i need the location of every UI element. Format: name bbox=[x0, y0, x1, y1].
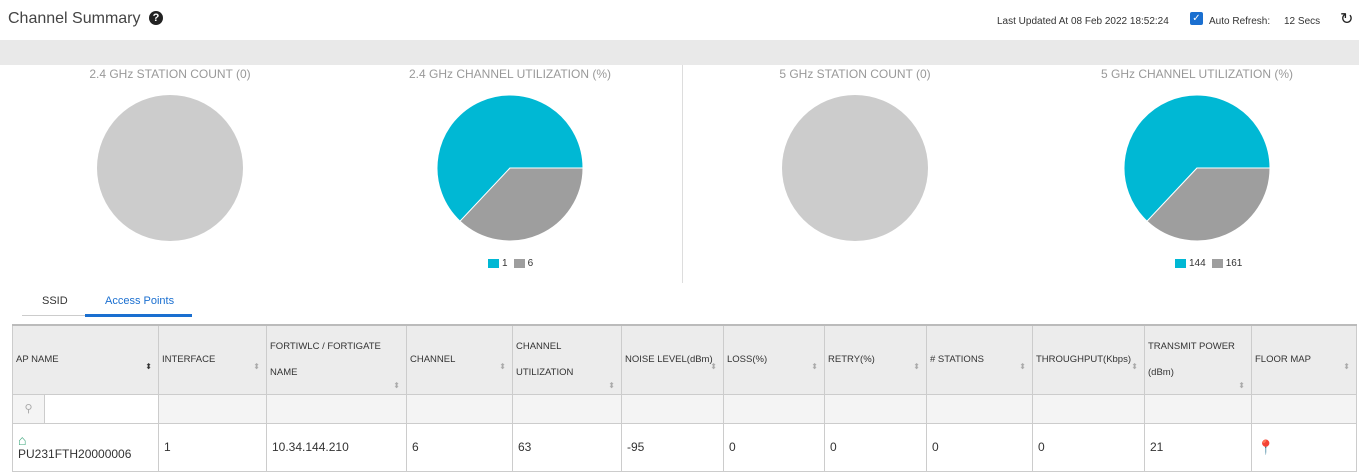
table-cell: 6 bbox=[406, 422, 513, 472]
table-cell: 0 bbox=[723, 422, 825, 472]
sort-icon[interactable]: ⬍ bbox=[608, 381, 615, 390]
chart-legend: 144 161 bbox=[1175, 258, 1242, 269]
table-cell: 63 bbox=[512, 422, 622, 472]
auto-refresh-label: Auto Refresh: bbox=[1209, 16, 1271, 27]
table-cell: 0 bbox=[1032, 422, 1145, 472]
access-points-table: AP NAME ⬍ INTERFACE ⬍ FORTIWLC / FORTIGATE N… bbox=[12, 324, 1357, 472]
column-header[interactable]: AP NAME ⬍ bbox=[12, 324, 159, 395]
filter-row: ⚲ bbox=[12, 393, 1357, 424]
column-header-label: TRANSMIT POWER (dBm) bbox=[1148, 340, 1235, 378]
chart-title: 2.4 GHz STATION COUNT (0) bbox=[89, 67, 251, 81]
cell-value: -95 bbox=[627, 440, 645, 454]
tab-active-indicator bbox=[85, 314, 192, 317]
table-cell: 0 bbox=[926, 422, 1033, 472]
column-header[interactable]: LOSS(%) ⬍ bbox=[723, 324, 825, 395]
legend-swatch[interactable] bbox=[488, 259, 499, 268]
pie-chart bbox=[782, 95, 928, 241]
refresh-icon[interactable]: ↻ bbox=[1340, 9, 1353, 29]
pie-chart bbox=[97, 95, 243, 241]
tab-access-points[interactable]: Access Points bbox=[105, 295, 174, 307]
column-header-label: CHANNEL bbox=[410, 353, 456, 365]
sort-icon[interactable]: ⬍ bbox=[499, 354, 506, 380]
sort-icon[interactable]: ⬍ bbox=[1019, 354, 1026, 380]
legend-label: 1 bbox=[502, 258, 508, 269]
column-header[interactable]: FLOOR MAP ⬍ bbox=[1251, 324, 1357, 395]
chart-title: 5 GHz STATION COUNT (0) bbox=[779, 67, 931, 81]
column-header[interactable]: FORTIWLC / FORTIGATE NAME ⬍ bbox=[266, 324, 407, 395]
column-header-label: THROUGHPUT(Kbps) bbox=[1036, 353, 1132, 365]
sort-icon[interactable]: ⬍ bbox=[1343, 354, 1350, 380]
toolbar-band bbox=[0, 40, 1359, 65]
divider bbox=[682, 65, 683, 283]
cell-value: 63 bbox=[518, 440, 532, 454]
sort-icon[interactable]: ⬍ bbox=[811, 354, 818, 380]
chart-legend: 16 bbox=[488, 258, 533, 269]
cell-value: 0 bbox=[932, 440, 939, 454]
refresh-interval[interactable]: 12 Secs bbox=[1284, 16, 1320, 27]
tab-ssid[interactable]: SSID bbox=[42, 295, 68, 307]
table-cell: 21 bbox=[1144, 422, 1252, 472]
sort-icon[interactable]: ⬍ bbox=[393, 381, 400, 390]
column-header[interactable]: CHANNEL UTILIZATION ⬍ bbox=[512, 324, 622, 395]
search-icon: ⚲ bbox=[13, 394, 45, 423]
table-cell: 📍 bbox=[1251, 422, 1357, 472]
sort-icon[interactable]: ⬍ bbox=[710, 354, 717, 380]
pie-chart bbox=[1123, 94, 1271, 242]
sort-icon[interactable]: ⬍ bbox=[1131, 354, 1138, 380]
last-updated: Last Updated At 08 Feb 2022 18:52:24 bbox=[997, 16, 1169, 27]
ap-name-filter-input[interactable] bbox=[45, 394, 158, 423]
access-point-icon: ⌂ bbox=[18, 432, 27, 448]
table-cell: 1 bbox=[158, 422, 267, 472]
column-header-label: AP NAME bbox=[16, 353, 59, 365]
column-header-label: FORTIWLC / FORTIGATE NAME bbox=[270, 340, 381, 378]
column-header[interactable]: # STATIONS ⬍ bbox=[926, 324, 1033, 395]
pie-chart bbox=[436, 94, 584, 242]
column-header[interactable]: NOISE LEVEL(dBm) ⬍ bbox=[621, 324, 724, 395]
column-header-label: LOSS(%) bbox=[727, 353, 768, 365]
column-header-label: RETRY(%) bbox=[828, 353, 875, 365]
cell-value: PU231FTH20000006 bbox=[18, 447, 132, 461]
column-header[interactable]: THROUGHPUT(Kbps) ⬍ bbox=[1032, 324, 1145, 395]
auto-refresh-checkbox[interactable]: ✓ bbox=[1190, 12, 1203, 25]
sort-icon[interactable]: ⬍ bbox=[253, 354, 260, 380]
legend-label: 144 bbox=[1189, 258, 1206, 269]
table-cell: 10.34.144.210 bbox=[266, 422, 407, 472]
sort-icon[interactable]: ⬍ bbox=[145, 354, 152, 380]
column-header-label: FLOOR MAP bbox=[1255, 353, 1311, 365]
legend-swatch[interactable] bbox=[513, 259, 525, 268]
help-icon[interactable]: ? bbox=[149, 11, 163, 25]
filter-cell[interactable]: ⚲ bbox=[12, 393, 159, 424]
legend-swatch[interactable] bbox=[1211, 259, 1223, 268]
table-cell: ⌂ PU231FTH20000006 bbox=[12, 422, 159, 472]
table-cell: 0 bbox=[824, 422, 927, 472]
cell-value: 1 bbox=[164, 440, 171, 454]
column-header-label: INTERFACE bbox=[162, 353, 216, 365]
cell-value: 0 bbox=[1038, 440, 1045, 454]
pie-empty bbox=[782, 95, 928, 241]
chart-title: 2.4 GHz CHANNEL UTILIZATION (%) bbox=[408, 67, 612, 81]
table-cell: -95 bbox=[621, 422, 724, 472]
cell-value: 21 bbox=[1150, 440, 1164, 454]
legend-label: 6 bbox=[527, 258, 534, 269]
chart-title: 5 GHz CHANNEL UTILIZATION (%) bbox=[1100, 67, 1294, 81]
sort-icon[interactable]: ⬍ bbox=[913, 354, 920, 380]
pie-empty bbox=[97, 95, 243, 241]
legend-swatch[interactable] bbox=[1175, 259, 1186, 268]
cell-value: 6 bbox=[412, 440, 419, 454]
column-header-label: CHANNEL UTILIZATION bbox=[516, 340, 574, 378]
column-header[interactable]: RETRY(%) ⬍ bbox=[824, 324, 927, 395]
cell-value: 0 bbox=[729, 440, 736, 454]
column-header-label: NOISE LEVEL(dBm) bbox=[625, 353, 713, 365]
column-header[interactable]: INTERFACE ⬍ bbox=[158, 324, 267, 395]
column-header[interactable]: CHANNEL ⬍ bbox=[406, 324, 513, 395]
sort-icon[interactable]: ⬍ bbox=[1238, 381, 1245, 390]
column-header-label: # STATIONS bbox=[930, 353, 985, 365]
cell-value: 10.34.144.210 bbox=[272, 440, 349, 454]
column-header[interactable]: TRANSMIT POWER (dBm) ⬍ bbox=[1144, 324, 1252, 395]
floor-map-pin-icon[interactable]: 📍 bbox=[1257, 439, 1274, 455]
page-title: Channel Summary bbox=[8, 10, 141, 27]
table-row: ⌂ PU231FTH20000006 1 10.34.144.210 6 63 -95 0 0 0… bbox=[12, 422, 1357, 472]
cell-value: 0 bbox=[830, 440, 837, 454]
legend-label: 161 bbox=[1225, 258, 1243, 269]
